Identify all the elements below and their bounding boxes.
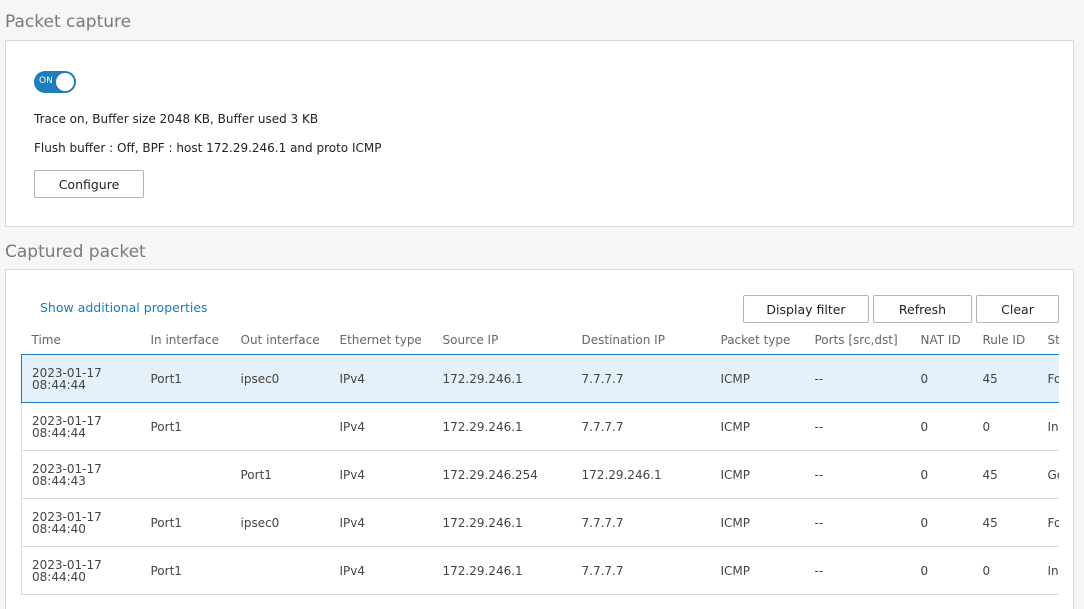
out-interface-cell: ipsec0 xyxy=(230,354,330,403)
packet-type-cell: ICMP xyxy=(710,354,805,403)
nat-id-cell: 0 xyxy=(910,402,973,451)
ethernet-type-cell: IPv4 xyxy=(329,498,433,547)
table-row[interactable]: 2023-01-17 08:44:40 Port1 ipsec0 IPv4 172.29.… xyxy=(21,498,1059,547)
time-date: 2023-01-17 xyxy=(32,365,102,380)
time-date: 2023-01-17 xyxy=(32,413,102,428)
table-row[interactable]: 2023-01-17 08:44:44 Port1 ipsec0 IPv4 172.29.… xyxy=(21,354,1059,403)
header-col-source-ip[interactable]: Source IP xyxy=(432,326,572,355)
in-interface-cell: Port1 xyxy=(140,498,231,547)
table-row[interactable]: 2023-01-17 08:44:43 Port1 IPv4 172.29.246.25… xyxy=(21,450,1059,499)
status-cell: Forwarded xyxy=(1037,498,1059,547)
trace-status-text: Trace on, Buffer size 2048 KB, Buffer us… xyxy=(34,112,319,126)
packet-type-cell: ICMP xyxy=(710,402,805,451)
configure-button[interactable]: Configure xyxy=(34,170,144,198)
time-clock: 08:44:44 xyxy=(32,425,86,440)
ethernet-type-cell: IPv4 xyxy=(329,402,433,451)
out-interface-cell xyxy=(230,546,330,595)
in-interface-cell: Port1 xyxy=(140,546,231,595)
nat-id-cell: 0 xyxy=(910,498,973,547)
packet-capture-title: Packet capture xyxy=(5,12,132,32)
ethernet-type-cell: IPv4 xyxy=(329,546,433,595)
source-ip-cell: 172.29.246.1 xyxy=(432,546,572,595)
ports-cell: -- xyxy=(804,546,911,595)
header-col-status[interactable]: Status xyxy=(1037,326,1059,355)
ethernet-type-cell: IPv4 xyxy=(329,450,433,499)
header-col-time[interactable]: Time xyxy=(21,326,141,355)
time-cell: 2023-01-17 08:44:43 xyxy=(21,450,141,499)
header-col-ethernet-type[interactable]: Ethernet type xyxy=(329,326,433,355)
show-additional-properties-link[interactable]: Show additional properties xyxy=(40,300,208,315)
time-cell: 2023-01-17 08:44:40 xyxy=(21,546,141,595)
source-ip-cell: 172.29.246.1 xyxy=(432,402,572,451)
in-interface-cell: Port1 xyxy=(140,402,231,451)
status-cell: Forwarded xyxy=(1037,354,1059,403)
destination-ip-cell: 7.7.7.7 xyxy=(571,498,711,547)
rule-id-cell: 0 xyxy=(972,402,1038,451)
packet-type-cell: ICMP xyxy=(710,498,805,547)
rule-id-cell: 45 xyxy=(972,498,1038,547)
out-interface-cell: ipsec0 xyxy=(230,498,330,547)
nat-id-cell: 0 xyxy=(910,450,973,499)
header-col-in-interface[interactable]: In interface xyxy=(140,326,231,355)
display-filter-button[interactable]: Display filter xyxy=(743,295,869,323)
time-date: 2023-01-17 xyxy=(32,557,102,572)
ports-cell: -- xyxy=(804,450,911,499)
table-header-row: Time In interface Out interface Ethernet ty… xyxy=(21,326,1059,355)
in-interface-cell: Port1 xyxy=(140,354,231,403)
packet-table-container[interactable]: Time In interface Out interface Ethernet ty… xyxy=(21,326,1059,608)
header-col-rule-id[interactable]: Rule ID xyxy=(972,326,1038,355)
clear-button[interactable]: Clear xyxy=(976,295,1059,323)
source-ip-cell: 172.29.246.1 xyxy=(432,354,572,403)
table-body: 2023-01-17 08:44:44 Port1 ipsec0 IPv4 172.29.… xyxy=(21,354,1059,595)
source-ip-cell: 172.29.246.1 xyxy=(432,498,572,547)
packet-type-cell: ICMP xyxy=(710,546,805,595)
toggle-knob xyxy=(55,72,75,92)
time-clock: 08:44:40 xyxy=(32,569,86,584)
out-interface-cell: Port1 xyxy=(230,450,330,499)
status-cell: Incoming xyxy=(1037,546,1059,595)
packet-type-cell: ICMP xyxy=(710,450,805,499)
destination-ip-cell: 7.7.7.7 xyxy=(571,354,711,403)
trace-toggle[interactable]: ON xyxy=(34,71,76,93)
time-clock: 08:44:40 xyxy=(32,521,86,536)
ethernet-type-cell: IPv4 xyxy=(329,354,433,403)
nat-id-cell: 0 xyxy=(910,354,973,403)
rule-id-cell: 45 xyxy=(972,354,1038,403)
toggle-on-label: ON xyxy=(39,76,53,86)
packet-capture-panel: ON Trace on, Buffer size 2048 KB, Buffer… xyxy=(5,40,1074,227)
table-row[interactable]: 2023-01-17 08:44:40 Port1 IPv4 172.29.246.1 7… xyxy=(21,546,1059,595)
header-col-packet-type[interactable]: Packet type xyxy=(710,326,805,355)
captured-packet-panel: Show additional properties Display filte… xyxy=(5,269,1074,609)
time-cell: 2023-01-17 08:44:40 xyxy=(21,498,141,547)
header-col-ports[interactable]: Ports [src,dst] xyxy=(804,326,911,355)
nat-id-cell: 0 xyxy=(910,546,973,595)
ports-cell: -- xyxy=(804,402,911,451)
header-col-destination-ip[interactable]: Destination IP xyxy=(571,326,711,355)
ports-cell: -- xyxy=(804,354,911,403)
table-row[interactable]: 2023-01-17 08:44:44 Port1 IPv4 172.29.246.1 7… xyxy=(21,402,1059,451)
status-cell: Generated xyxy=(1037,450,1059,499)
source-ip-cell: 172.29.246.254 xyxy=(432,450,572,499)
time-clock: 08:44:43 xyxy=(32,473,86,488)
destination-ip-cell: 7.7.7.7 xyxy=(571,402,711,451)
buffer-status-text: Flush buffer : Off, BPF : host 172.29.24… xyxy=(34,141,382,155)
time-cell: 2023-01-17 08:44:44 xyxy=(21,354,141,403)
captured-packet-title: Captured packet xyxy=(5,242,146,262)
time-clock: 08:44:44 xyxy=(32,377,86,392)
out-interface-cell xyxy=(230,402,330,451)
packet-table: Time In interface Out interface Ethernet ty… xyxy=(21,326,1059,595)
time-date: 2023-01-17 xyxy=(32,461,102,476)
ports-cell: -- xyxy=(804,498,911,547)
in-interface-cell xyxy=(140,450,231,499)
time-date: 2023-01-17 xyxy=(32,509,102,524)
status-cell: Incoming xyxy=(1037,402,1059,451)
header-col-nat-id[interactable]: NAT ID xyxy=(910,326,973,355)
refresh-button[interactable]: Refresh xyxy=(873,295,972,323)
rule-id-cell: 0 xyxy=(972,546,1038,595)
destination-ip-cell: 172.29.246.1 xyxy=(571,450,711,499)
time-cell: 2023-01-17 08:44:44 xyxy=(21,402,141,451)
header-col-out-interface[interactable]: Out interface xyxy=(230,326,330,355)
destination-ip-cell: 7.7.7.7 xyxy=(571,546,711,595)
rule-id-cell: 45 xyxy=(972,450,1038,499)
